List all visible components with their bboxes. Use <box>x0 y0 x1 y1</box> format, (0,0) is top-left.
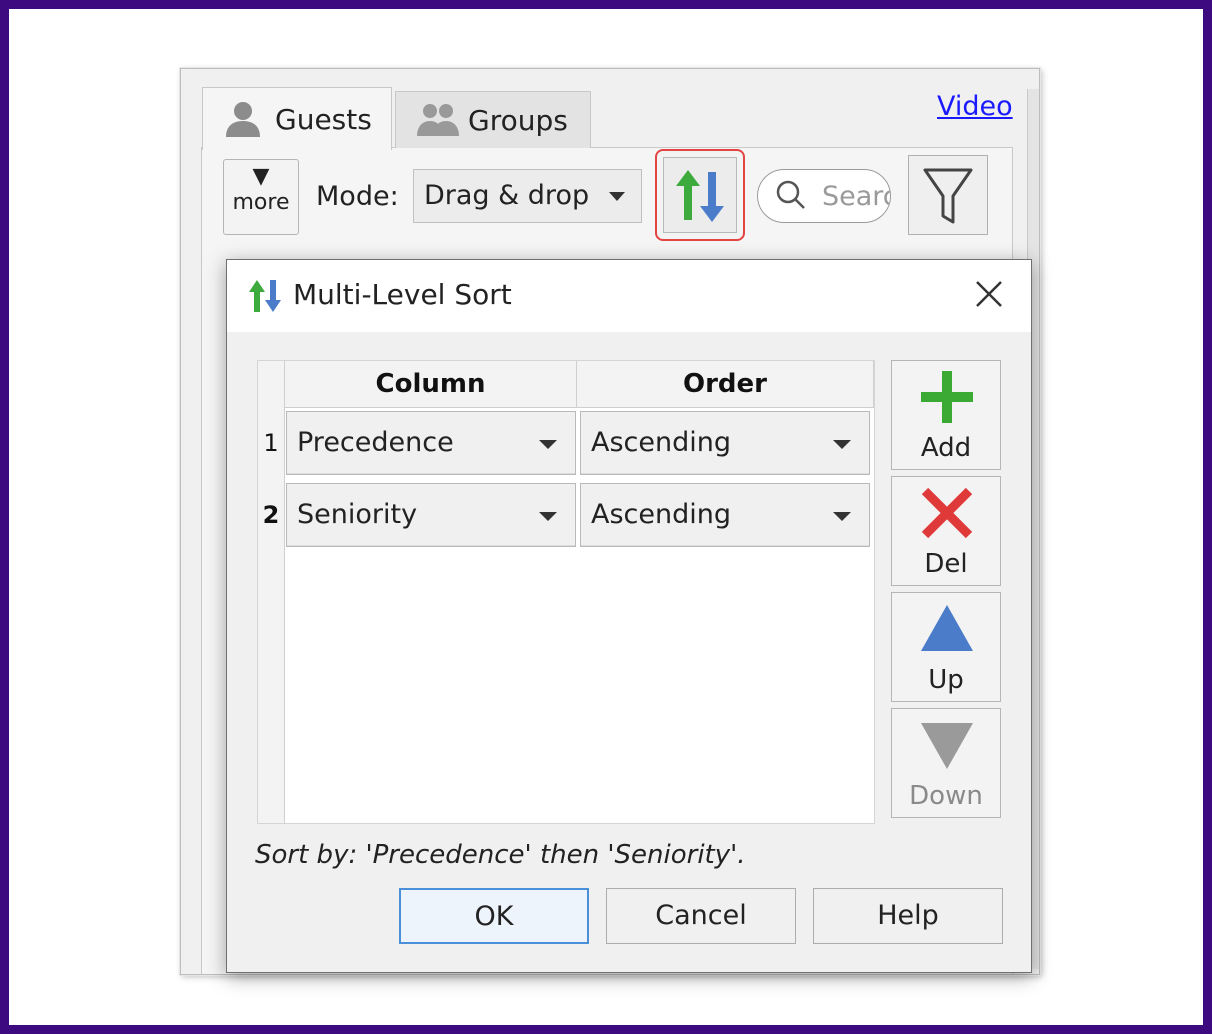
mode-value: Drag & drop <box>424 180 590 211</box>
search-placeholder: Search <box>822 181 890 212</box>
sort-summary: Sort by: 'Precedence' then 'Seniority'. <box>255 840 746 870</box>
chevron-down-icon <box>833 512 851 521</box>
grid-header: Column Order <box>258 361 874 408</box>
corner-cell <box>258 361 285 407</box>
column-select-value: Seniority <box>297 499 418 530</box>
sort-arrows-icon <box>676 170 724 222</box>
order-select-value: Ascending <box>591 499 731 530</box>
delete-button[interactable]: Del <box>891 476 1001 586</box>
cancel-button[interactable]: Cancel <box>606 888 796 944</box>
chevron-down-icon <box>609 192 625 201</box>
tab-groups-label: Groups <box>468 103 568 137</box>
video-link[interactable]: Video <box>937 91 1013 122</box>
up-label: Up <box>928 665 964 695</box>
column-select[interactable]: Seniority <box>286 483 576 547</box>
column-select-value: Precedence <box>297 427 454 458</box>
sort-button[interactable] <box>655 149 745 241</box>
more-triangle-icon: ▼ <box>252 164 270 189</box>
add-label: Add <box>920 433 972 463</box>
tab-guests[interactable]: Guests <box>202 87 392 150</box>
row-number: 1 <box>263 429 279 457</box>
row-number-column: 1 2 <box>258 407 285 823</box>
delete-x-icon <box>921 487 973 539</box>
chevron-down-icon <box>539 512 557 521</box>
multi-level-sort-dialog: Multi-Level Sort Column Order 1 2 Preced… <box>226 259 1032 973</box>
down-triangle-icon <box>921 723 973 769</box>
mode-dropdown[interactable]: Drag & drop <box>413 169 642 223</box>
search-field[interactable]: Search <box>757 169 891 223</box>
sort-levels-grid: Column Order 1 2 Precedence Ascending Se… <box>257 360 875 824</box>
up-triangle-icon <box>921 605 973 651</box>
more-label: more <box>232 190 290 215</box>
sort-arrows-icon <box>249 280 281 312</box>
people-icon <box>416 100 460 140</box>
ok-button[interactable]: OK <box>399 888 589 944</box>
order-select-value: Ascending <box>591 427 731 458</box>
move-down-button[interactable]: Down <box>891 708 1001 818</box>
close-icon[interactable] <box>969 274 1009 314</box>
order-select[interactable]: Ascending <box>580 411 870 475</box>
down-label: Down <box>909 781 983 811</box>
plus-icon <box>921 371 973 423</box>
dialog-title: Multi-Level Sort <box>293 278 512 311</box>
order-select[interactable]: Ascending <box>580 483 870 547</box>
column-header-order: Order <box>577 361 874 407</box>
help-button[interactable]: Help <box>813 888 1003 944</box>
column-select[interactable]: Precedence <box>286 411 576 475</box>
filter-icon <box>923 168 973 224</box>
chevron-down-icon <box>539 440 557 449</box>
add-button[interactable]: Add <box>891 360 1001 470</box>
more-button[interactable]: ▼ more <box>223 159 299 235</box>
person-icon <box>223 99 267 139</box>
search-icon <box>776 180 805 209</box>
move-up-button[interactable]: Up <box>891 592 1001 702</box>
column-header-column: Column <box>285 361 577 407</box>
filter-button[interactable] <box>908 155 988 235</box>
row-number: 2 <box>262 501 280 529</box>
chevron-down-icon <box>833 440 851 449</box>
mode-label: Mode: <box>316 181 399 212</box>
dialog-titlebar: Multi-Level Sort <box>227 260 1031 332</box>
tab-groups[interactable]: Groups <box>395 91 591 148</box>
del-label: Del <box>924 549 968 579</box>
tab-guests-label: Guests <box>275 102 372 136</box>
